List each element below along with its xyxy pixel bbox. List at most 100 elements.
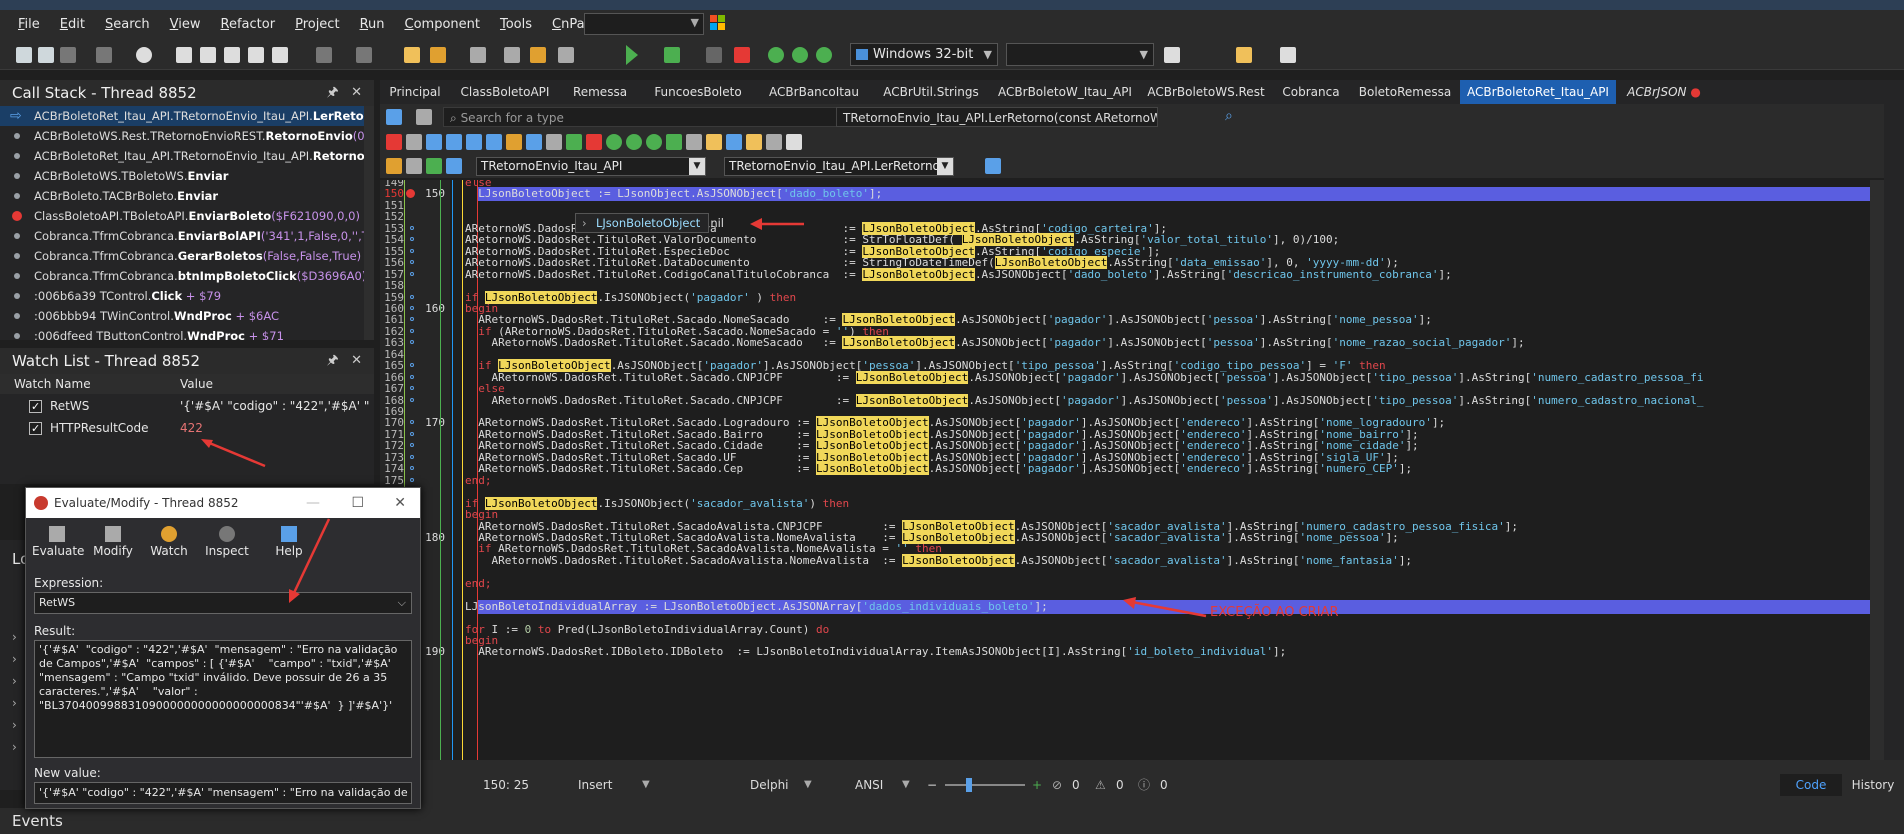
call-stack-row[interactable]: ACBrBoletoWS.Rest.TRetornoEnvioREST.Reto… — [0, 126, 364, 146]
tree-icon[interactable] — [426, 134, 442, 150]
expand-icon[interactable]: › — [12, 630, 17, 644]
step-out-icon[interactable] — [646, 134, 662, 150]
target-platform-combo[interactable]: Windows 32-bit ▼ — [850, 43, 998, 66]
maximize-icon[interactable]: ☐ — [351, 488, 364, 518]
step-icon[interactable] — [606, 134, 622, 150]
pin-icon[interactable]: 🖈 — [327, 353, 339, 368]
zoom-out-icon[interactable]: − — [927, 774, 937, 796]
trace-into-icon[interactable] — [792, 47, 808, 63]
events-panel-title[interactable]: Events — [0, 808, 1904, 834]
pause-icon[interactable] — [706, 47, 722, 63]
inspect-button[interactable]: Inspect — [202, 526, 252, 558]
dialog-titlebar[interactable]: Evaluate/Modify - Thread 8852 — ☐ ✕ — [26, 488, 420, 518]
watch-button[interactable]: Watch — [144, 526, 194, 558]
watch-checkbox[interactable] — [29, 418, 42, 439]
gear-icon[interactable] — [526, 134, 542, 150]
tab-funcoesboleto[interactable]: FuncoesBoleto — [640, 80, 756, 104]
run-without-debug-icon[interactable] — [664, 47, 680, 63]
tab-principal[interactable]: Principal — [380, 80, 450, 104]
stop-icon[interactable] — [734, 47, 750, 63]
save-all-icon[interactable] — [504, 47, 520, 63]
method-combo[interactable]: TRetornoEnvio_Itau_API.LerRetorno ▼ — [724, 157, 954, 176]
run-icon[interactable] — [626, 45, 638, 65]
chevron-down-icon[interactable]: ⌵ — [398, 595, 406, 611]
tab-boletoremessa[interactable]: BoletoRemessa — [1350, 80, 1460, 104]
call-stack-row[interactable]: :006b6a39 TControl.Click + $79 — [0, 286, 364, 306]
code-editor[interactable]: 149 150 150 151 152 153 154 155 156 157 158 159 160 1… — [380, 180, 1904, 760]
call-stack-row[interactable]: :006dfeed TButtonControl.WndProc + $71 — [0, 326, 364, 340]
list-icon[interactable] — [406, 134, 422, 150]
call-stack-row[interactable]: ClassBoletoAPI.TBoletoAPI.EnviarBoleto($… — [0, 206, 364, 226]
project-manager-icon[interactable] — [558, 47, 574, 63]
method-signature-combo[interactable]: TRetornoEnvio_Itau_API.LerRetorno(const … — [836, 107, 1158, 127]
settings-icon[interactable] — [96, 47, 112, 63]
call-stack-row[interactable]: ACBrBoletoWS.TBoletoWS.Enviar — [0, 166, 364, 186]
tool-icon[interactable] — [356, 47, 372, 63]
tab-acbrboletows-rest[interactable]: ACBrBoletoWS.Rest — [1140, 80, 1272, 104]
close-icon[interactable]: ✕ — [351, 85, 362, 100]
close-icon[interactable]: ✕ — [394, 488, 406, 518]
minimize-icon[interactable]: — — [306, 488, 320, 518]
call-stack-row[interactable]: :006bbb94 TWinControl.WndProc + $6AC — [0, 306, 364, 326]
menu-refactor[interactable]: Refactor — [211, 10, 286, 40]
call-stack-scrollbar[interactable] — [364, 106, 374, 340]
menu-edit[interactable]: Edit — [50, 10, 95, 40]
zoom-in-icon[interactable]: + — [1032, 774, 1042, 796]
chevron-down-icon[interactable]: ▼ — [902, 774, 910, 796]
pin-icon[interactable]: 🖈 — [327, 85, 339, 100]
tab-code[interactable]: Code — [1780, 774, 1842, 796]
layout-icon[interactable] — [446, 158, 462, 174]
column-header-value[interactable]: Value — [180, 374, 213, 394]
editor-scrollbar[interactable] — [1870, 180, 1884, 760]
language-selector[interactable]: Delphi — [750, 774, 789, 796]
modify-button[interactable]: Modify — [88, 526, 138, 558]
expand-icon[interactable]: › — [12, 652, 17, 666]
puzzle-icon[interactable] — [316, 47, 332, 63]
menu-component[interactable]: Component — [395, 10, 490, 40]
watch-checkbox[interactable] — [29, 396, 42, 417]
zoom-slider[interactable] — [945, 784, 1025, 786]
zoom-slider-thumb[interactable] — [966, 778, 972, 792]
list-icon[interactable] — [985, 158, 1001, 174]
expand-arrow-icon[interactable]: › — [582, 214, 587, 232]
brush-icon[interactable] — [248, 47, 264, 63]
menu-tools[interactable]: Tools — [490, 10, 542, 40]
watch-row[interactable]: HTTPResultCode 422 — [0, 418, 374, 439]
info-icon[interactable] — [786, 134, 802, 150]
menu-run[interactable]: Run — [350, 10, 395, 40]
save-icon[interactable] — [470, 47, 486, 63]
watch-row[interactable]: RetWS '{'#$A' "codigo" : "422",'#$A' "m.… — [0, 396, 374, 417]
expand-icon[interactable]: › — [12, 740, 17, 754]
book-icon[interactable] — [200, 47, 216, 63]
add-icon[interactable] — [426, 158, 442, 174]
gear-icon[interactable] — [746, 134, 762, 150]
layout-icon[interactable] — [486, 134, 502, 150]
new-icon[interactable] — [16, 47, 32, 63]
grid-icon[interactable] — [726, 134, 742, 150]
column-header-name[interactable]: Watch Name — [14, 374, 91, 394]
result-text[interactable]: '{'#$A' "codigo" : "422",'#$A' "mensagem… — [34, 640, 412, 758]
document-icon[interactable] — [416, 109, 432, 125]
open-project-icon[interactable] — [530, 47, 546, 63]
component-icon[interactable] — [506, 134, 522, 150]
call-stack-row[interactable]: ACBrBoleto.TACBrBoleto.Enviar — [0, 186, 364, 206]
open-icon[interactable] — [38, 47, 54, 63]
desktop-layout-combo[interactable]: ▼ — [584, 13, 704, 35]
forward-icon[interactable] — [1280, 47, 1296, 63]
chevron-down-icon[interactable]: ▼ — [804, 774, 812, 796]
class-icon[interactable] — [386, 158, 402, 174]
structure-icon[interactable] — [386, 109, 402, 125]
globe-icon[interactable] — [136, 47, 152, 63]
step-over-icon[interactable] — [768, 47, 784, 63]
call-stack-row[interactable]: ⇨ ACBrBoletoRet_Itau_API.TRetornoEnvio_It… — [0, 106, 364, 126]
link-icon[interactable] — [272, 47, 288, 63]
back-icon[interactable] — [1236, 47, 1252, 63]
step-into-icon[interactable] — [626, 134, 642, 150]
build-config-combo[interactable]: ▼ — [1006, 43, 1154, 66]
new-value-input[interactable]: '{'#$A' "codigo" : "422",'#$A' "mensagem… — [34, 782, 412, 804]
window-icon[interactable] — [546, 134, 562, 150]
menu-search[interactable]: Search — [95, 10, 160, 40]
expression-input[interactable]: RetWS ⌵ — [34, 592, 412, 614]
expand-icon[interactable]: › — [12, 674, 17, 688]
layers-icon[interactable] — [224, 47, 240, 63]
